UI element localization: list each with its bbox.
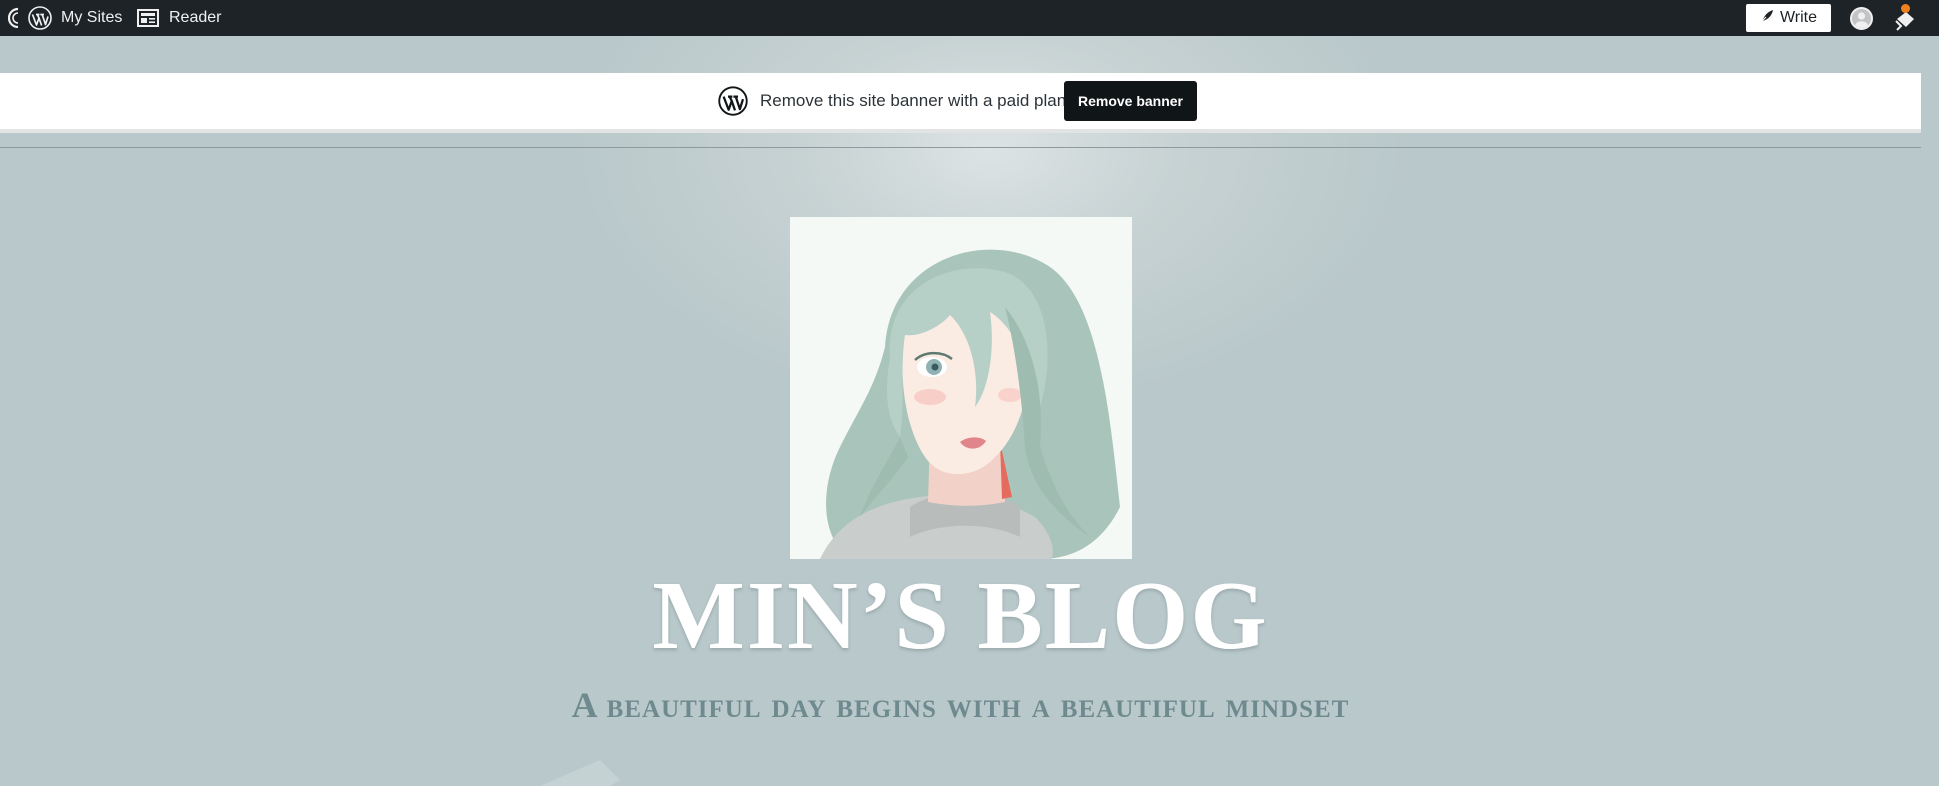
site-title[interactable]: MIN’S BLOG bbox=[0, 566, 1921, 666]
avatar[interactable] bbox=[1850, 7, 1873, 30]
collapse-icon[interactable] bbox=[8, 0, 20, 36]
site-logo-image[interactable] bbox=[790, 217, 1132, 559]
reader-icon bbox=[137, 8, 159, 28]
site-banner: Remove this site banner with a paid plan… bbox=[0, 73, 1921, 133]
banner-divider bbox=[0, 147, 1921, 148]
site-tagline: A beautiful day begins with a beautiful … bbox=[571, 685, 1350, 725]
notification-dot bbox=[1901, 4, 1910, 13]
write-label: Write bbox=[1779, 9, 1818, 26]
reader-label: Reader bbox=[169, 9, 222, 26]
notifications-button[interactable] bbox=[1892, 4, 1918, 32]
decorative-shape bbox=[540, 760, 620, 786]
my-sites-label: My Sites bbox=[61, 9, 123, 26]
admin-bar: My Sites Reader Write bbox=[0, 0, 1939, 36]
banner-message: Remove this site banner with a paid plan bbox=[760, 91, 1067, 110]
write-pen-icon bbox=[1760, 9, 1774, 28]
wordpress-logo-icon bbox=[718, 86, 748, 121]
remove-banner-button[interactable]: Remove banner bbox=[1064, 81, 1197, 121]
reader-menu[interactable]: Reader bbox=[137, 0, 221, 36]
wordpress-logo-icon bbox=[28, 6, 52, 30]
write-button[interactable]: Write bbox=[1746, 4, 1831, 32]
my-sites-menu[interactable]: My Sites bbox=[28, 0, 122, 36]
